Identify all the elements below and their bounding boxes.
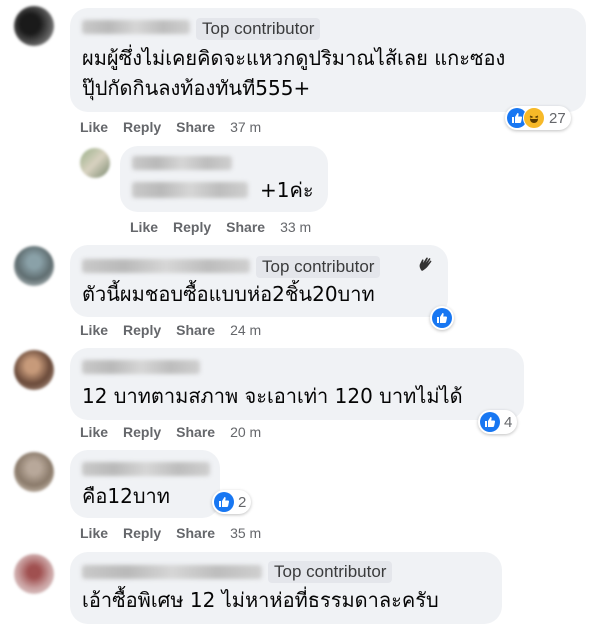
avatar[interactable] <box>80 148 110 178</box>
reply-button[interactable]: Reply <box>123 322 161 338</box>
blurred-text <box>132 182 248 198</box>
like-button[interactable]: Like <box>80 525 108 541</box>
timestamp[interactable]: 20 m <box>230 424 261 440</box>
like-icon <box>214 492 234 512</box>
author-name[interactable] <box>132 156 232 170</box>
comment-bubble: 12 บาทตามสภาพ จะเอาเท่า 120 บาทไม่ได้ <box>70 348 524 420</box>
avatar[interactable] <box>14 452 54 492</box>
reply-button[interactable]: Reply <box>123 525 161 541</box>
top-contributor-badge: Top contributor <box>196 18 321 40</box>
avatar[interactable] <box>14 554 54 594</box>
comment-bubble: คือ12บาท <box>70 450 220 518</box>
timestamp[interactable]: 33 m <box>280 219 311 235</box>
like-icon <box>432 308 452 328</box>
comment-actions: Like Reply Share 37 m <box>80 119 276 135</box>
share-button[interactable]: Share <box>176 424 215 440</box>
like-button[interactable]: Like <box>80 119 108 135</box>
share-button[interactable]: Share <box>176 119 215 135</box>
comment-actions: Like Reply Share 35 m <box>80 525 276 541</box>
avatar[interactable] <box>14 6 54 46</box>
comment-text: +1ค่ะ <box>260 178 314 202</box>
share-button[interactable]: Share <box>176 322 215 338</box>
avatar[interactable] <box>14 246 54 286</box>
comment-text: ตัวนี้ผมชอบซื้อแบบห่อ2ชิ้น20บาท <box>82 282 375 306</box>
reply-button[interactable]: Reply <box>123 119 161 135</box>
top-contributor-badge: Top contributor <box>256 256 381 278</box>
reply-button[interactable]: Reply <box>123 424 161 440</box>
author-name[interactable] <box>82 462 210 476</box>
haha-icon <box>523 107 545 129</box>
reaction-count: 27 <box>549 109 566 127</box>
reaction-count: 4 <box>504 413 513 431</box>
share-button[interactable]: Share <box>226 219 265 235</box>
like-button[interactable]: Like <box>80 424 108 440</box>
comment-actions: Like Reply Share 20 m <box>80 424 276 440</box>
reaction-summary[interactable]: 27 <box>505 106 571 130</box>
comment-text: ปุ๊ปกัดกินลงท้องทันที555+ <box>82 76 311 100</box>
reaction-summary[interactable] <box>430 306 454 330</box>
reaction-summary[interactable]: 2 <box>212 490 252 514</box>
like-button[interactable]: Like <box>80 322 108 338</box>
comment-bubble: Top contributor ตัวนี้ผมชอบซื้อแบบห่อ2ชิ… <box>70 245 448 317</box>
like-button[interactable]: Like <box>130 219 158 235</box>
comment-text: 12 บาทตามสภาพ จะเอาเท่า 120 บาทไม่ได้ <box>82 384 463 408</box>
avatar[interactable] <box>14 350 54 390</box>
comment-bubble: +1ค่ะ <box>120 146 328 212</box>
author-name[interactable] <box>82 20 190 34</box>
comment-actions: Like Reply Share 24 m <box>80 322 276 338</box>
comment-text: คือ12บาท <box>82 484 170 508</box>
share-button[interactable]: Share <box>176 525 215 541</box>
top-contributor-badge: Top contributor <box>268 561 393 583</box>
comment-text: ผมผู้ซึ่งไม่เคยคิดจะแหวกดูปริมาณไส้เลย แ… <box>82 46 506 70</box>
reaction-count: 2 <box>238 493 247 511</box>
timestamp[interactable]: 37 m <box>230 119 261 135</box>
wave-icon <box>419 257 432 271</box>
timestamp[interactable]: 24 m <box>230 322 261 338</box>
comment-bubble: Top contributor เอ้าซื้อพิเศษ 12 ไม่หาห่… <box>70 552 502 624</box>
reaction-summary[interactable]: 4 <box>478 410 518 434</box>
reply-button[interactable]: Reply <box>173 219 211 235</box>
comment-bubble: Top contributor ผมผู้ซึ่งไม่เคยคิดจะแหวก… <box>70 8 586 112</box>
like-icon <box>480 412 500 432</box>
comment-actions: Like Reply Share 33 m <box>130 219 326 235</box>
author-name[interactable] <box>82 565 262 579</box>
comment-text: เอ้าซื้อพิเศษ 12 ไม่หาห่อที่ธรรมดาละครับ <box>82 588 439 612</box>
author-name[interactable] <box>82 259 250 273</box>
author-name[interactable] <box>82 360 200 374</box>
timestamp[interactable]: 35 m <box>230 525 261 541</box>
